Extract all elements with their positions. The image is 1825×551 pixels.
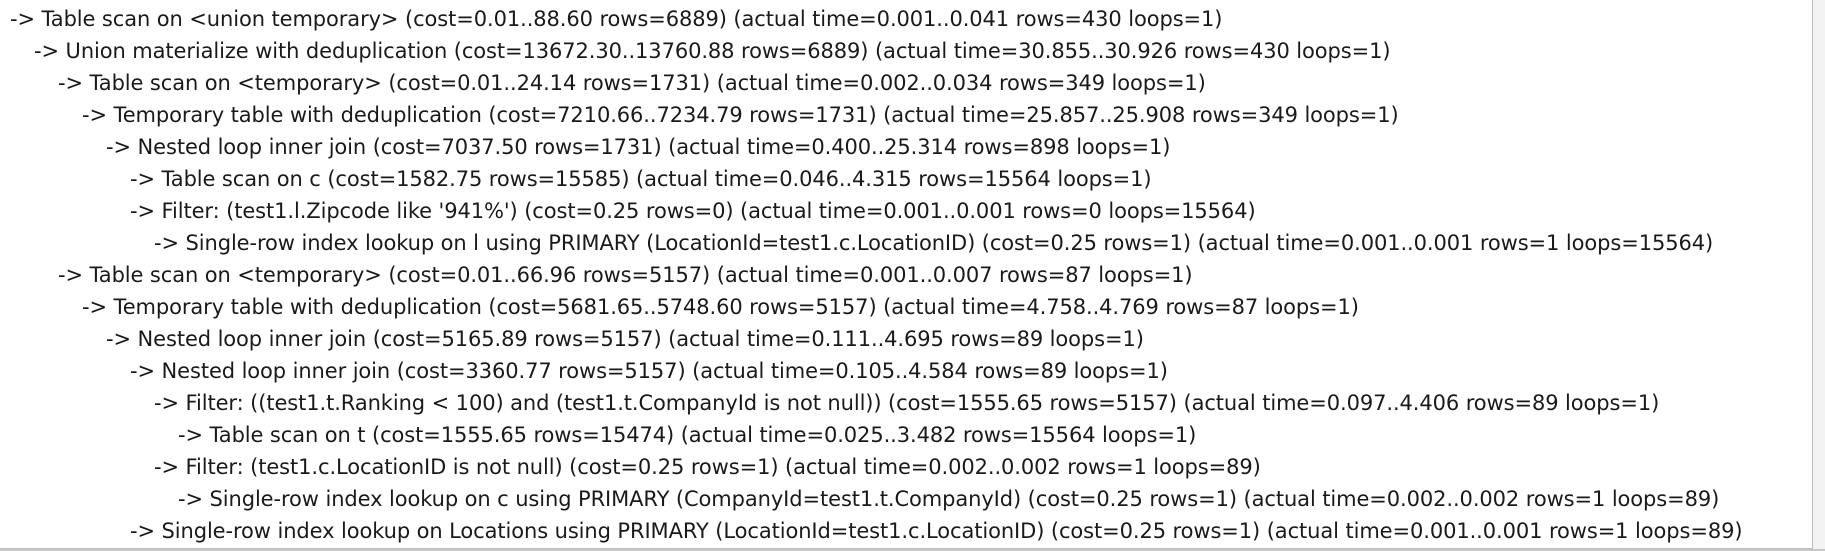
plan-line: -> Nested loop inner join (cost=7037.50 … — [106, 135, 1171, 159]
plan-line: -> Filter: (test1.l.Zipcode like '941%')… — [130, 199, 1256, 223]
plan-line: -> Filter: ((test1.t.Ranking < 100) and … — [154, 391, 1660, 415]
plan-line: -> Nested loop inner join (cost=3360.77 … — [130, 359, 1168, 383]
plan-line: -> Table scan on t (cost=1555.65 rows=15… — [178, 423, 1197, 447]
plan-line: -> Nested loop inner join (cost=5165.89 … — [106, 327, 1144, 351]
explain-analyze-output-panel: -> Table scan on <union temporary> (cost… — [0, 0, 1813, 549]
plan-line: -> Single-row index lookup on c using PR… — [178, 487, 1720, 511]
plan-line: -> Temporary table with deduplication (c… — [82, 103, 1399, 127]
plan-line: -> Filter: (test1.c.LocationID is not nu… — [154, 455, 1261, 479]
plan-line: -> Union materialize with deduplication … — [34, 39, 1391, 63]
plan-line: -> Single-row index lookup on Locations … — [130, 519, 1743, 543]
panel-scroll-edge — [1813, 0, 1825, 549]
query-plan-tree: -> Table scan on <union temporary> (cost… — [10, 3, 1743, 547]
plan-line: -> Table scan on <union temporary> (cost… — [10, 7, 1223, 31]
plan-line: -> Single-row index lookup on l using PR… — [154, 231, 1714, 255]
plan-line: -> Table scan on <temporary> (cost=0.01.… — [58, 263, 1193, 287]
plan-line: -> Table scan on c (cost=1582.75 rows=15… — [130, 167, 1152, 191]
plan-line: -> Table scan on <temporary> (cost=0.01.… — [58, 71, 1206, 95]
plan-line: -> Temporary table with deduplication (c… — [82, 295, 1359, 319]
